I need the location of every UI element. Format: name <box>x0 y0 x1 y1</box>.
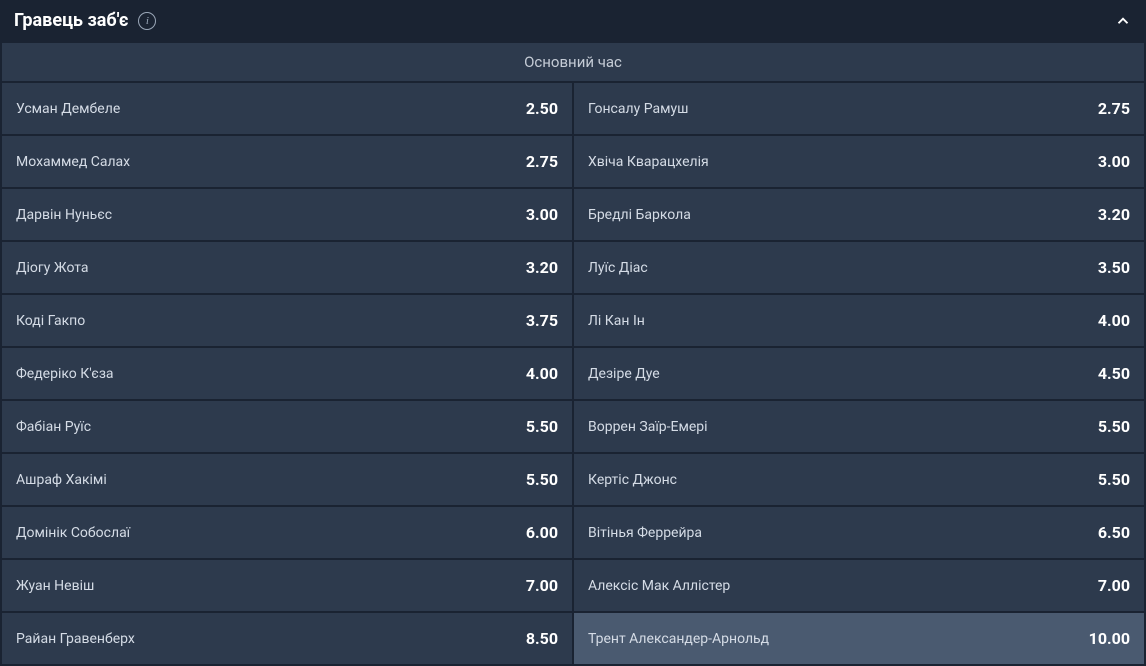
odds-cell[interactable]: Воррен Заїр-Емері 5.50 <box>574 401 1144 452</box>
player-name: Кертіс Джонс <box>588 472 677 488</box>
player-name: Алексіс Мак Аллістер <box>588 578 730 594</box>
player-name: Вітінья Феррейра <box>588 525 702 541</box>
player-name: Усман Дембеле <box>16 101 120 117</box>
player-name: Жуан Невіш <box>16 578 94 594</box>
odds-value: 3.20 <box>526 258 558 277</box>
player-name: Дарвін Нуньєс <box>16 207 112 223</box>
market-header: Гравець заб'є i <box>0 0 1146 41</box>
odds-cell[interactable]: Мохаммед Салах 2.75 <box>2 136 572 187</box>
player-name: Дезіре Дуе <box>588 366 660 382</box>
odds-value: 8.50 <box>526 629 558 648</box>
odds-grid: Усман Дембеле2.50Гонсалу Рамуш2.75Мохамм… <box>0 81 1146 666</box>
header-left: Гравець заб'є i <box>14 10 156 31</box>
odds-cell[interactable]: Ашраф Хакімі 5.50 <box>2 454 572 505</box>
player-name: Воррен Заїр-Емері <box>588 419 708 435</box>
odds-cell[interactable]: Луїс Діас 3.50 <box>574 242 1144 293</box>
odds-cell[interactable]: Дезіре Дуе 4.50 <box>574 348 1144 399</box>
odds-cell[interactable]: Коді Гакпо 3.75 <box>2 295 572 346</box>
odds-cell[interactable]: Дарвін Нуньєс 3.00 <box>2 189 572 240</box>
player-name: Фабіан Руїс <box>16 419 91 435</box>
odds-value: 5.50 <box>1098 417 1130 436</box>
player-name: Федеріко К'єза <box>16 366 114 382</box>
odds-value: 7.00 <box>526 576 558 595</box>
player-name: Ашраф Хакімі <box>16 472 107 488</box>
odds-value: 4.00 <box>1098 311 1130 330</box>
time-subheader: Основний час <box>2 43 1144 81</box>
odds-value: 5.50 <box>526 470 558 489</box>
odds-cell[interactable]: Гонсалу Рамуш 2.75 <box>574 83 1144 134</box>
odds-value: 2.75 <box>1098 99 1130 118</box>
odds-cell[interactable]: Домінік Собослаї 6.00 <box>2 507 572 558</box>
odds-value: 3.50 <box>1098 258 1130 277</box>
odds-value: 3.20 <box>1098 205 1130 224</box>
player-name: Хвіча Кварацхелія <box>588 154 709 170</box>
player-name: Гонсалу Рамуш <box>588 101 688 117</box>
odds-cell[interactable]: Бредлі Баркола 3.20 <box>574 189 1144 240</box>
odds-cell[interactable]: Вітінья Феррейра 6.50 <box>574 507 1144 558</box>
odds-value: 2.50 <box>526 99 558 118</box>
odds-value: 4.50 <box>1098 364 1130 383</box>
odds-value: 10.00 <box>1089 629 1130 648</box>
odds-cell[interactable]: Лі Кан Ін 4.00 <box>574 295 1144 346</box>
odds-value: 6.00 <box>526 523 558 542</box>
odds-value: 7.00 <box>1098 576 1130 595</box>
player-name: Домінік Собослаї <box>16 525 130 541</box>
odds-value: 3.00 <box>526 205 558 224</box>
collapse-icon[interactable] <box>1114 12 1132 30</box>
odds-cell[interactable]: Фабіан Руїс 5.50 <box>2 401 572 452</box>
odds-value: 5.50 <box>1098 470 1130 489</box>
odds-cell[interactable]: Кертіс Джонс 5.50 <box>574 454 1144 505</box>
odds-value: 3.00 <box>1098 152 1130 171</box>
player-name: Лі Кан Ін <box>588 313 645 329</box>
player-name: Луїс Діас <box>588 260 648 276</box>
odds-value: 4.00 <box>526 364 558 383</box>
odds-value: 5.50 <box>526 417 558 436</box>
player-name: Мохаммед Салах <box>16 154 130 170</box>
odds-cell[interactable]: Трент Александер-Арнольд 10.00 <box>574 613 1144 664</box>
player-name: Райан Гравенберх <box>16 631 135 647</box>
odds-value: 2.75 <box>526 152 558 171</box>
odds-cell[interactable]: Жуан Невіш 7.00 <box>2 560 572 611</box>
odds-cell[interactable]: Федеріко К'єза 4.00 <box>2 348 572 399</box>
odds-cell[interactable]: Хвіча Кварацхелія 3.00 <box>574 136 1144 187</box>
player-name: Коді Гакпо <box>16 313 85 329</box>
player-name: Трент Александер-Арнольд <box>588 631 769 647</box>
player-name: Діогу Жота <box>16 260 89 276</box>
odds-value: 3.75 <box>526 311 558 330</box>
info-icon[interactable]: i <box>138 12 156 30</box>
market-title: Гравець заб'є <box>14 10 128 31</box>
odds-cell[interactable]: Алексіс Мак Аллістер 7.00 <box>574 560 1144 611</box>
odds-value: 6.50 <box>1098 523 1130 542</box>
player-name: Бредлі Баркола <box>588 207 691 223</box>
odds-cell[interactable]: Райан Гравенберх 8.50 <box>2 613 572 664</box>
odds-cell[interactable]: Усман Дембеле 2.50 <box>2 83 572 134</box>
odds-cell[interactable]: Діогу Жота 3.20 <box>2 242 572 293</box>
